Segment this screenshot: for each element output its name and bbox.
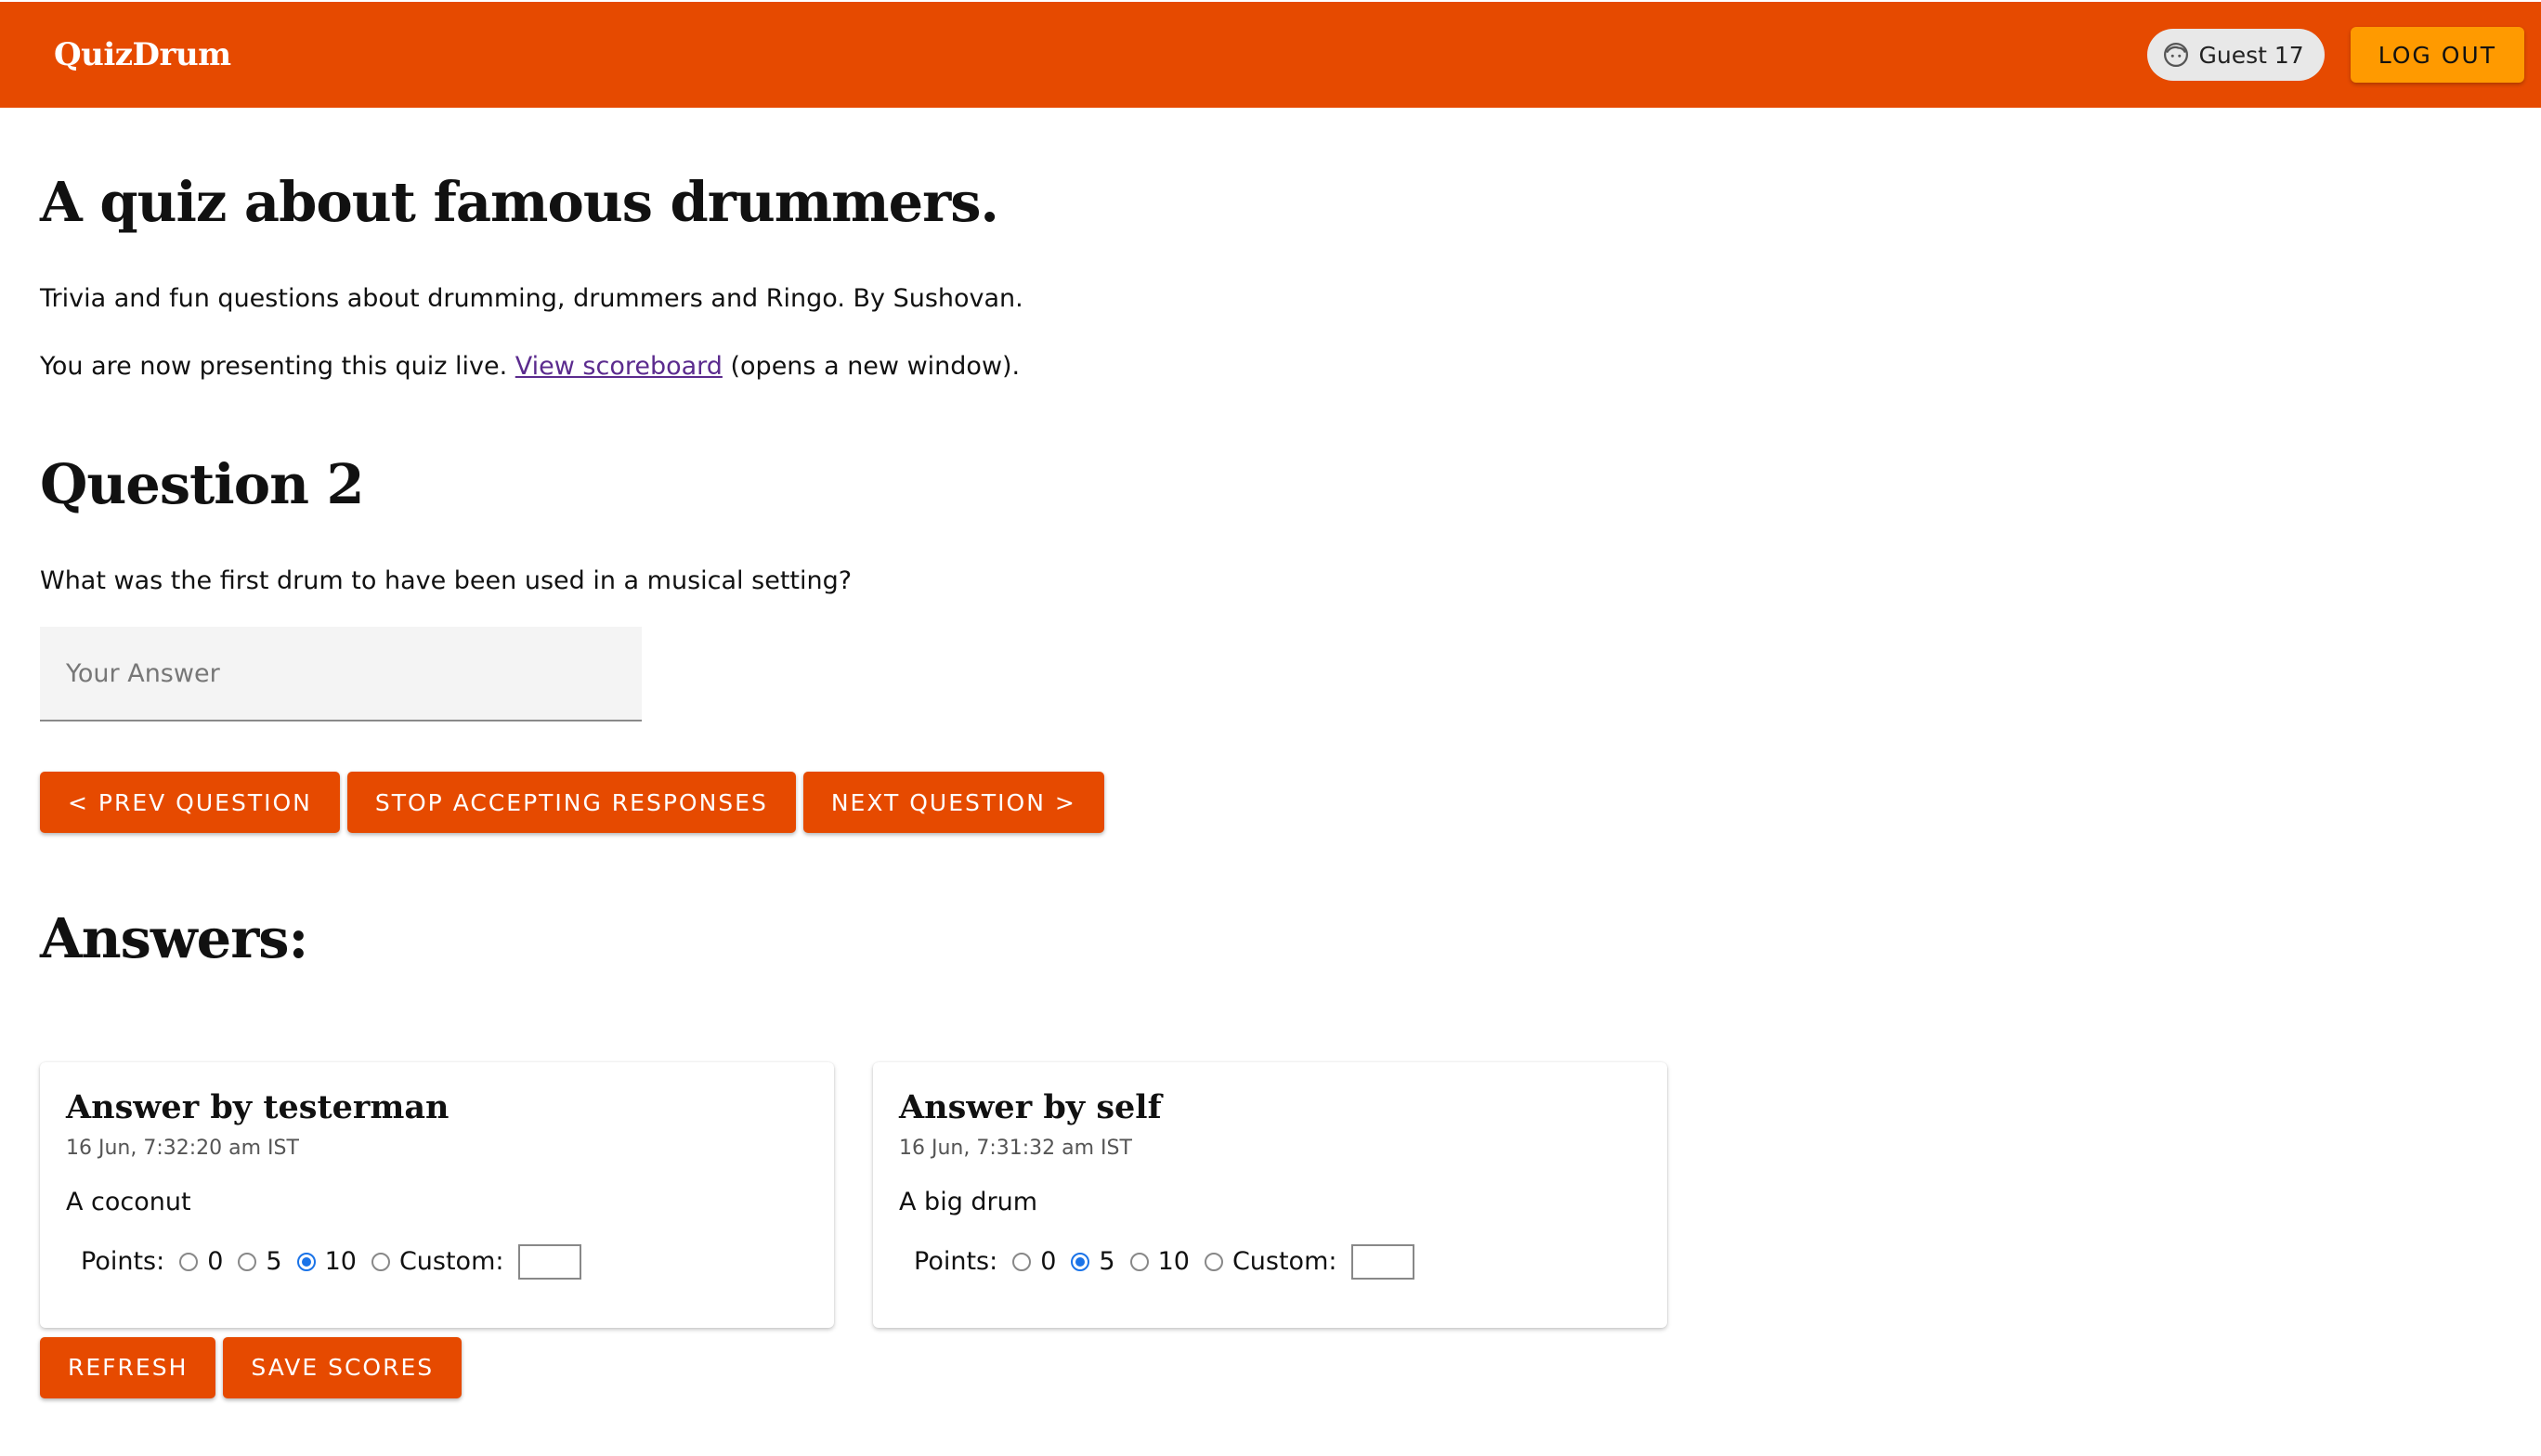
stop-responses-button[interactable]: STOP ACCEPTING RESPONSES bbox=[346, 772, 796, 834]
next-question-button[interactable]: NEXT QUESTION > bbox=[802, 772, 1104, 834]
prev-question-button[interactable]: < PREV QUESTION bbox=[40, 772, 340, 834]
points-radio-0[interactable] bbox=[1012, 1252, 1032, 1271]
answer-text: A coconut bbox=[66, 1187, 191, 1216]
points-radio-10[interactable] bbox=[1129, 1252, 1149, 1271]
points-radio-0[interactable] bbox=[179, 1252, 199, 1271]
answer-card: Answer by self 16 Jun, 7:31:32 am IST A … bbox=[873, 1061, 1667, 1328]
points-option-5: 5 bbox=[238, 1247, 282, 1277]
brand-logo[interactable]: QuizDrum bbox=[54, 36, 231, 73]
answer-timestamp: 16 Jun, 7:31:32 am IST bbox=[899, 1136, 1132, 1160]
quiz-description: Trivia and fun questions about drumming,… bbox=[40, 283, 1023, 313]
answer-card-title: Answer by self bbox=[899, 1087, 1162, 1126]
logout-button[interactable]: LOG OUT bbox=[2350, 27, 2524, 83]
top-app-bar: QuizDrum Guest 17 LOG OUT bbox=[0, 2, 2541, 108]
answer-cards: Answer by testerman 16 Jun, 7:32:20 am I… bbox=[40, 1061, 2455, 1328]
custom-points-input[interactable] bbox=[518, 1243, 582, 1280]
points-selector: Points: 0 5 10 Custom: bbox=[899, 1243, 1641, 1280]
points-option-custom: Custom: bbox=[1204, 1247, 1337, 1277]
topbar-actions: Guest 17 LOG OUT bbox=[2146, 27, 2524, 83]
save-scores-button[interactable]: SAVE SCORES bbox=[223, 1336, 463, 1398]
points-value-10: 10 bbox=[324, 1247, 357, 1277]
points-option-10: 10 bbox=[296, 1247, 357, 1277]
points-option-0: 0 bbox=[179, 1247, 223, 1276]
refresh-button[interactable]: REFRESH bbox=[40, 1336, 216, 1398]
points-radio-5[interactable] bbox=[1071, 1252, 1090, 1271]
points-radio-custom[interactable] bbox=[1204, 1252, 1223, 1271]
points-label: Points: bbox=[81, 1247, 165, 1277]
quiz-title: A quiz about famous drummers. bbox=[40, 170, 999, 234]
points-option-10: 10 bbox=[1129, 1247, 1190, 1277]
answer-card: Answer by testerman 16 Jun, 7:32:20 am I… bbox=[40, 1061, 834, 1328]
answers-title: Answers: bbox=[40, 906, 308, 971]
live-prefix: You are now presenting this quiz live. bbox=[40, 351, 515, 381]
answer-text: A big drum bbox=[899, 1187, 1038, 1216]
question-text: What was the first drum to have been use… bbox=[40, 566, 853, 595]
points-value-5: 5 bbox=[1099, 1247, 1115, 1277]
score-actions: REFRESH SAVE SCORES bbox=[40, 1336, 2455, 1398]
points-radio-10[interactable] bbox=[296, 1252, 316, 1271]
user-name: Guest 17 bbox=[2198, 41, 2304, 69]
main-content: A quiz about famous drummers. Trivia and… bbox=[40, 108, 2455, 1398]
question-title: Question 2 bbox=[40, 452, 365, 517]
page: QuizDrum Guest 17 LOG OUT A quiz about f… bbox=[0, 0, 2541, 1456]
points-option-custom: Custom: bbox=[371, 1247, 504, 1277]
question-controls: < PREV QUESTION STOP ACCEPTING RESPONSES… bbox=[40, 772, 2455, 834]
custom-label: Custom: bbox=[1231, 1247, 1337, 1277]
points-value-0: 0 bbox=[207, 1247, 224, 1277]
user-chip[interactable]: Guest 17 bbox=[2146, 29, 2325, 81]
custom-label: Custom: bbox=[398, 1247, 504, 1277]
live-suffix: (opens a new window). bbox=[722, 351, 1021, 381]
points-option-5: 5 bbox=[1071, 1247, 1115, 1277]
custom-points-input[interactable] bbox=[1351, 1243, 1415, 1280]
points-label: Points: bbox=[914, 1247, 998, 1277]
points-value-5: 5 bbox=[266, 1247, 282, 1277]
answer-timestamp: 16 Jun, 7:32:20 am IST bbox=[66, 1136, 299, 1160]
points-option-0: 0 bbox=[1012, 1247, 1056, 1276]
answer-input[interactable] bbox=[40, 627, 642, 722]
points-radio-5[interactable] bbox=[238, 1252, 257, 1271]
points-selector: Points: 0 5 10 Custom: bbox=[66, 1243, 808, 1280]
live-status: You are now presenting this quiz live. V… bbox=[40, 350, 2455, 383]
points-value-0: 0 bbox=[1040, 1247, 1057, 1277]
face-icon bbox=[2163, 43, 2188, 67]
points-value-10: 10 bbox=[1157, 1247, 1190, 1277]
scoreboard-link[interactable]: View scoreboard bbox=[515, 352, 723, 381]
answer-card-title: Answer by testerman bbox=[66, 1087, 450, 1126]
points-radio-custom[interactable] bbox=[371, 1252, 390, 1271]
